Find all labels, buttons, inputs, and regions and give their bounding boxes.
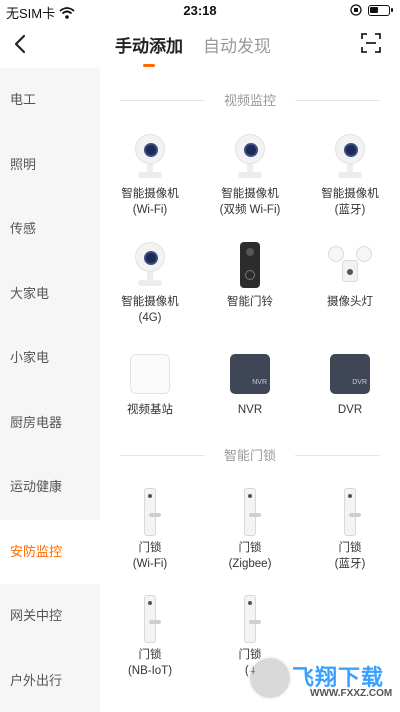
camera-icon: [126, 134, 174, 182]
device-label: NVR: [237, 404, 263, 416]
doorbell-icon: [226, 242, 274, 290]
device-sublabel: (Wi-Fi): [132, 204, 168, 216]
device-camera-4g[interactable]: 智能摄像机 (4G): [100, 242, 200, 326]
battery-icon: [368, 4, 393, 16]
camera-icon: [226, 134, 274, 182]
status-bar: 无SIM卡 23:18: [0, 0, 400, 22]
device-label: 智能摄像机: [221, 188, 279, 200]
device-label: 门锁: [138, 542, 162, 554]
device-label: 门锁: [238, 542, 262, 554]
device-label: 门锁: [138, 649, 162, 661]
device-label: 智能摄像机: [121, 188, 179, 200]
tab-auto-discover[interactable]: 自动发现: [203, 32, 271, 57]
nvr-icon: NVR: [226, 350, 274, 398]
site-watermark: 飞翔下载 WWW.FXXZ.COM: [248, 654, 400, 706]
device-camera-bluetooth[interactable]: 智能摄像机 (蓝牙): [300, 134, 400, 218]
device-sublabel: (蓝牙): [334, 204, 366, 216]
device-label: 智能摄像机: [321, 188, 379, 200]
device-floodlight-camera[interactable]: 摄像头灯: [300, 242, 400, 310]
tab-manual-add[interactable]: 手动添加: [115, 32, 183, 67]
device-lock-bluetooth[interactable]: 门锁 (蓝牙): [300, 488, 400, 572]
device-dvr[interactable]: DVR DVR: [300, 350, 400, 418]
device-label: DVR: [337, 404, 363, 416]
section-title-lock: 智能门锁: [120, 445, 380, 464]
door-lock-icon: [126, 488, 174, 536]
device-label: 摄像头灯: [327, 296, 373, 308]
door-lock-icon: [226, 488, 274, 536]
base-station-icon: [126, 350, 174, 398]
sidebar-item-small-appliance[interactable]: 小家电: [0, 326, 100, 391]
sidebar-item-lighting[interactable]: 照明: [0, 133, 100, 198]
device-label: 智能门铃: [227, 296, 273, 308]
scan-icon: [361, 33, 381, 53]
sidebar-item-electrician[interactable]: 电工: [0, 68, 100, 133]
device-lock-wifi[interactable]: 门锁 (Wi-Fi): [100, 488, 200, 572]
sidebar-item-gateway[interactable]: 网关中控: [0, 584, 100, 649]
camera-icon: [326, 134, 374, 182]
sidebar-item-sports-health[interactable]: 运动健康: [0, 455, 100, 520]
dvr-icon: DVR: [326, 350, 374, 398]
top-nav-bar: 手动添加 自动发现: [0, 22, 400, 68]
chevron-left-icon: [14, 34, 26, 54]
nvr-badge: NVR: [252, 379, 267, 386]
device-sublabel: (NB-IoT): [127, 665, 173, 677]
device-sublabel: (Zigbee): [228, 558, 272, 570]
device-camera-wifi[interactable]: 智能摄像机 (Wi-Fi): [100, 134, 200, 218]
category-sidebar: 电工 照明 传感 大家电 小家电 厨房电器 运动健康 安防监控 网关中控 户外出…: [0, 68, 100, 712]
door-lock-icon: [226, 595, 274, 643]
device-list: 视频监控 智能摄像机 (Wi-Fi) 智能摄像机 (双频 Wi-Fi) 智能摄像…: [100, 68, 400, 712]
sidebar-item-large-appliance[interactable]: 大家电: [0, 262, 100, 327]
dvr-badge: DVR: [352, 379, 367, 386]
device-sublabel: (4G): [138, 312, 162, 324]
status-time: 23:18: [183, 3, 217, 18]
sidebar-item-security[interactable]: 安防监控: [0, 519, 100, 584]
device-nvr[interactable]: NVR NVR: [200, 350, 300, 418]
device-lock-nbiot[interactable]: 门锁 (NB-IoT): [100, 595, 200, 679]
sidebar-item-sensor[interactable]: 传感: [0, 197, 100, 262]
camera-icon: [126, 242, 174, 290]
orientation-lock-icon: [350, 4, 362, 16]
add-mode-tabs: 手动添加 自动发现: [115, 32, 271, 67]
watermark-url: WWW.FXXZ.COM: [310, 688, 393, 699]
device-label: 视频基站: [127, 404, 173, 416]
door-lock-icon: [326, 488, 374, 536]
device-lock-zigbee[interactable]: 门锁 (Zigbee): [200, 488, 300, 572]
back-button[interactable]: [8, 30, 34, 58]
device-camera-dual-wifi[interactable]: 智能摄像机 (双频 Wi-Fi): [200, 134, 300, 218]
sidebar-item-kitchen[interactable]: 厨房电器: [0, 391, 100, 456]
device-doorbell[interactable]: 智能门铃: [200, 242, 300, 310]
sidebar-item-outdoor[interactable]: 户外出行: [0, 649, 100, 712]
device-sublabel: (双频 Wi-Fi): [219, 204, 281, 216]
floodlight-camera-icon: [326, 242, 374, 290]
device-sublabel: (Wi-Fi): [132, 558, 168, 570]
device-base-station[interactable]: 视频基站: [100, 350, 200, 418]
device-sublabel: (蓝牙): [334, 558, 366, 570]
status-right: [350, 4, 393, 16]
device-label: 门锁: [338, 542, 362, 554]
scan-button[interactable]: [360, 32, 382, 54]
device-label: 智能摄像机: [121, 296, 179, 308]
section-title-video: 视频监控: [120, 90, 380, 109]
watermark-logo-icon: [248, 656, 292, 700]
door-lock-icon: [126, 595, 174, 643]
